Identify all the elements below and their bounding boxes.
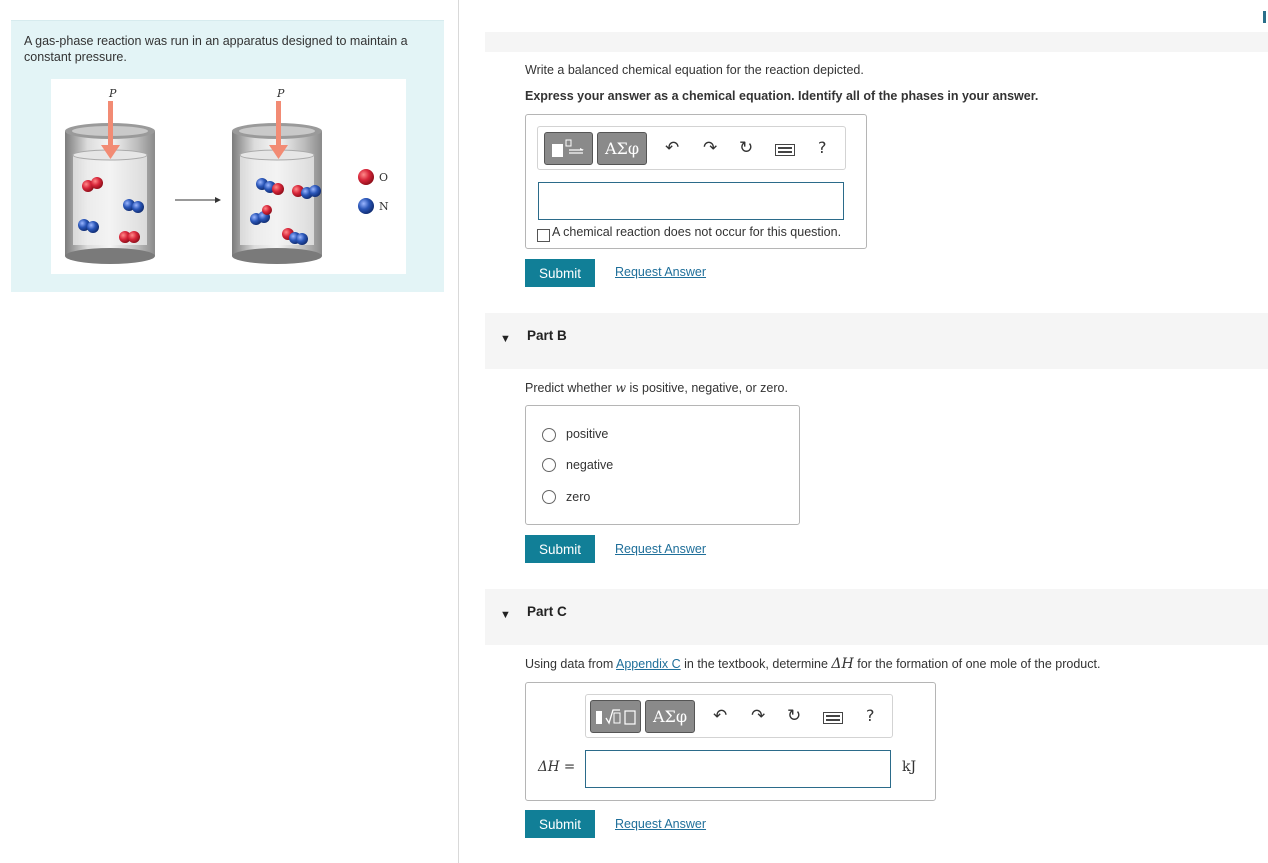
greek-symbols-button[interactable]: ΑΣφ — [645, 700, 695, 733]
delta-h-field-label: ΔH = — [538, 759, 576, 775]
reaction-figure: P P O N — [51, 79, 406, 274]
part-c-header[interactable]: ▼ Part C — [485, 589, 1268, 645]
part-c-title: Part C — [527, 604, 567, 619]
part-b-question: Predict whether w is positive, negative,… — [525, 380, 788, 395]
legend: O N — [358, 169, 389, 214]
keyboard-icon[interactable] — [775, 141, 795, 161]
part-a-submit-button[interactable]: Submit — [525, 259, 595, 287]
nitrogen-legend-icon — [358, 198, 374, 214]
cylinder-after: P — [232, 87, 322, 264]
greek-symbols-button[interactable]: ΑΣφ — [597, 132, 647, 165]
part-b-title: Part B — [527, 328, 567, 343]
part-a-request-answer-link[interactable]: Request Answer — [615, 265, 706, 279]
pressure-label-before: P — [108, 87, 117, 100]
part-c-question: Using data from Appendix C in the textbo… — [525, 656, 1100, 672]
appendix-c-link[interactable]: Appendix C — [616, 657, 681, 671]
part-c-question-post: for the formation of one mole of the pro… — [853, 657, 1101, 671]
redo-icon[interactable]: ↷ — [703, 138, 717, 158]
part-c-question-mid: in the textbook, determine — [680, 657, 832, 671]
part-b-question-post: is positive, negative, or zero. — [626, 381, 788, 395]
no-reaction-label: A chemical reaction does not occur for t… — [552, 225, 842, 239]
column-divider — [458, 0, 459, 863]
part-a-header — [485, 32, 1268, 52]
template-button[interactable] — [544, 132, 593, 165]
cylinder-before: P — [65, 87, 155, 264]
part-c-math-toolbar: ΑΣφ ↶ ↷ ↻ ? — [585, 694, 893, 738]
work-variable: w — [615, 380, 627, 395]
radio-zero[interactable] — [542, 490, 556, 504]
part-a-format-hint: Express your answer as a chemical equati… — [525, 89, 1039, 103]
part-b-question-pre: Predict whether — [525, 381, 616, 395]
part-a-answer-box: ΑΣφ ↶ ↷ ↻ ? A chemical reaction does not… — [525, 114, 867, 249]
part-c-answer-box: ΑΣφ ↶ ↷ ↻ ? ΔH = kJ — [525, 682, 936, 801]
delta-h-variable: ΔH — [831, 656, 854, 672]
radio-positive[interactable] — [542, 428, 556, 442]
collapse-triangle-icon[interactable]: ▼ — [500, 609, 511, 621]
help-icon[interactable]: ? — [818, 138, 827, 157]
collapse-triangle-icon[interactable]: ▼ — [500, 333, 511, 345]
redo-icon[interactable]: ↷ — [751, 706, 765, 726]
intro-text: A gas-phase reaction was run in an appar… — [24, 34, 408, 64]
legend-o-label: O — [379, 171, 388, 184]
undo-icon[interactable]: ↶ — [713, 706, 727, 726]
keyboard-icon[interactable] — [823, 709, 843, 729]
templates-button[interactable] — [590, 700, 641, 733]
option-negative-label: negative — [566, 458, 614, 472]
part-a-math-toolbar: ΑΣφ ↶ ↷ ↻ ? — [537, 126, 846, 170]
part-c-submit-button[interactable]: Submit — [525, 810, 595, 838]
option-positive-label: positive — [566, 427, 609, 441]
chemical-equation-input[interactable] — [538, 182, 844, 220]
part-b-options-box: positive negative zero — [525, 405, 800, 525]
reset-icon[interactable]: ↻ — [739, 138, 753, 158]
part-c-question-pre: Using data from — [525, 657, 617, 671]
problem-intro-panel: A gas-phase reaction was run in an appar… — [11, 20, 444, 292]
part-a-instruction: Write a balanced chemical equation for t… — [525, 63, 864, 77]
part-c-request-answer-link[interactable]: Request Answer — [615, 817, 706, 831]
reset-icon[interactable]: ↻ — [787, 706, 801, 726]
help-icon[interactable]: ? — [866, 706, 875, 725]
part-b-header[interactable]: ▼ Part B — [485, 313, 1268, 369]
part-b-submit-button[interactable]: Submit — [525, 535, 595, 563]
legend-n-label: N — [379, 200, 389, 213]
no-reaction-checkbox[interactable] — [537, 229, 550, 242]
undo-icon[interactable]: ↶ — [665, 138, 679, 158]
template-icon — [551, 139, 584, 157]
pressure-label-after: P — [276, 87, 285, 100]
unit-kj-label: kJ — [902, 759, 917, 775]
part-b-request-answer-link[interactable]: Request Answer — [615, 542, 706, 556]
sqrt-template-icon — [595, 708, 636, 725]
reaction-diagram: P P O N — [65, 87, 389, 264]
scrollbar-thumb[interactable] — [1263, 11, 1266, 23]
oxygen-legend-icon — [358, 169, 374, 185]
option-zero-label: zero — [566, 490, 591, 504]
radio-negative[interactable] — [542, 458, 556, 472]
delta-h-input[interactable] — [585, 750, 891, 788]
